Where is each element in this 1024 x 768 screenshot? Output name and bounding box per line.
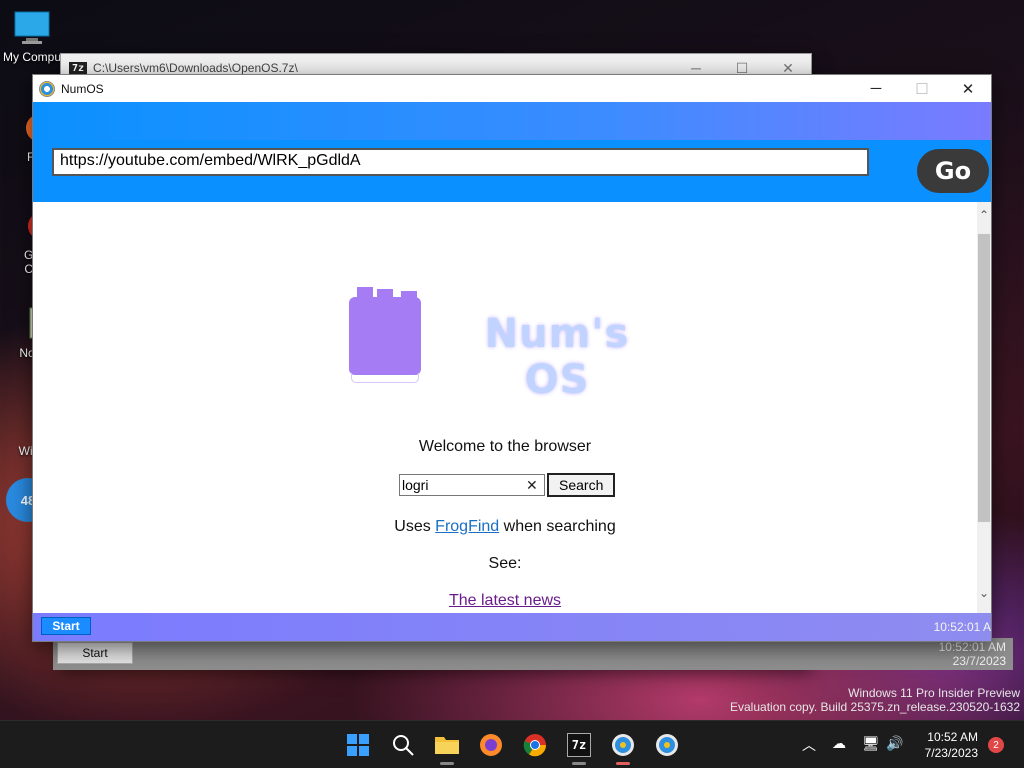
7zip-icon[interactable]: 7z	[563, 729, 595, 765]
numos-taskbar: Start 10:52:01 A	[33, 613, 991, 641]
numos-logo: Num's OS	[349, 287, 669, 403]
numos-start-button[interactable]: Start	[41, 617, 91, 635]
uses-suffix: when searching	[499, 518, 616, 535]
window-titlebar[interactable]: NumOS ─ ☐ ✕	[33, 75, 991, 102]
news-container: The latest news	[33, 592, 977, 610]
os-taskbar: 7z ︿ ☁ 🖥 🔊 10:52 AM 7/23/2023 2	[0, 720, 1024, 768]
search-input[interactable]	[402, 477, 526, 493]
content-scrollbar[interactable]: ⌃ ⌄	[977, 202, 991, 613]
windows-watermark: Windows 11 Pro Insider Preview Evaluatio…	[730, 686, 1020, 714]
notification-badge[interactable]: 2	[988, 737, 1004, 753]
cloud-offline-icon[interactable]: ☁	[832, 735, 846, 752]
latest-news-link[interactable]: The latest news	[449, 592, 561, 609]
file-explorer-icon[interactable]	[431, 729, 463, 765]
logo-text: Num's OS	[484, 311, 630, 403]
logo-block-icon	[349, 287, 421, 375]
uses-text: Uses FrogFind when searching	[33, 518, 977, 536]
search-icon[interactable]	[387, 729, 419, 761]
go-button[interactable]: Go	[917, 149, 989, 193]
numos-icon[interactable]	[607, 729, 639, 765]
see-text: See:	[488, 555, 522, 572]
numos-app-icon	[39, 80, 55, 97]
toolbar-strip	[33, 102, 991, 140]
desktop-icon-label: My Compu	[2, 50, 61, 64]
browser-content: Num's OS Welcome to the browser ✕ Search…	[33, 202, 977, 613]
frogfind-link[interactable]: FrogFind	[435, 518, 499, 535]
background-clock: 10:52:01 AM 23/7/2023	[939, 640, 1006, 668]
numos-clock: 10:52:01 A	[933, 620, 991, 634]
scrollbar-thumb[interactable]	[978, 234, 990, 522]
browser-toolbar: https://youtube.com/embed/WlRK_pGdldA Go	[33, 102, 991, 202]
logo-base	[351, 373, 419, 383]
window-title: NumOS	[61, 81, 104, 96]
system-clock[interactable]: 10:52 AM 7/23/2023	[920, 729, 978, 761]
minimize-button[interactable]: ─	[853, 75, 899, 102]
start-icon[interactable]	[342, 729, 374, 761]
clock-date: 7/23/2023	[924, 746, 978, 760]
search-form: ✕ Search	[399, 473, 616, 497]
close-button[interactable]: ✕	[945, 75, 991, 102]
uses-prefix: Uses	[394, 518, 436, 535]
watermark-line2: Evaluation copy. Build 25375.zn_release.…	[730, 700, 1020, 714]
firefox-icon[interactable]	[475, 729, 507, 761]
search-input-wrapper[interactable]: ✕	[399, 474, 545, 496]
7zip-icon: 7z	[69, 61, 88, 75]
numos-icon-2[interactable]	[651, 729, 683, 761]
chevron-up-icon[interactable]: ︿	[802, 735, 816, 755]
volume-icon[interactable]: 🔊	[886, 735, 903, 752]
url-input[interactable]: https://youtube.com/embed/WlRK_pGdldA	[52, 148, 869, 176]
background-clock-time: 10:52:01 AM	[938, 640, 1006, 654]
background-window-taskbar	[53, 638, 1013, 670]
numos-window[interactable]: NumOS ─ ☐ ✕ https://youtube.com/embed/Wl…	[32, 74, 992, 642]
maximize-button[interactable]: ☐	[899, 75, 945, 102]
watermark-line1: Windows 11 Pro Insider Preview	[848, 686, 1020, 700]
chrome-icon[interactable]	[519, 729, 551, 761]
background-start-button[interactable]: Start	[57, 642, 133, 664]
scroll-down-icon[interactable]: ⌄	[977, 586, 991, 600]
clock-time: 10:52 AM	[927, 730, 978, 744]
background-window-title: C:\Users\vm6\Downloads\OpenOS.7z\	[93, 61, 298, 75]
background-clock-date: 23/7/2023	[952, 654, 1006, 668]
desktop-icon-my-computer[interactable]: My Compu	[0, 8, 64, 64]
scroll-up-icon[interactable]: ⌃	[977, 208, 991, 222]
network-icon[interactable]: 🖥	[862, 735, 880, 752]
search-button[interactable]: Search	[547, 473, 616, 497]
clear-icon[interactable]: ✕	[526, 477, 538, 494]
welcome-text: Welcome to the browser	[418, 438, 592, 455]
monitor-icon	[12, 8, 52, 48]
